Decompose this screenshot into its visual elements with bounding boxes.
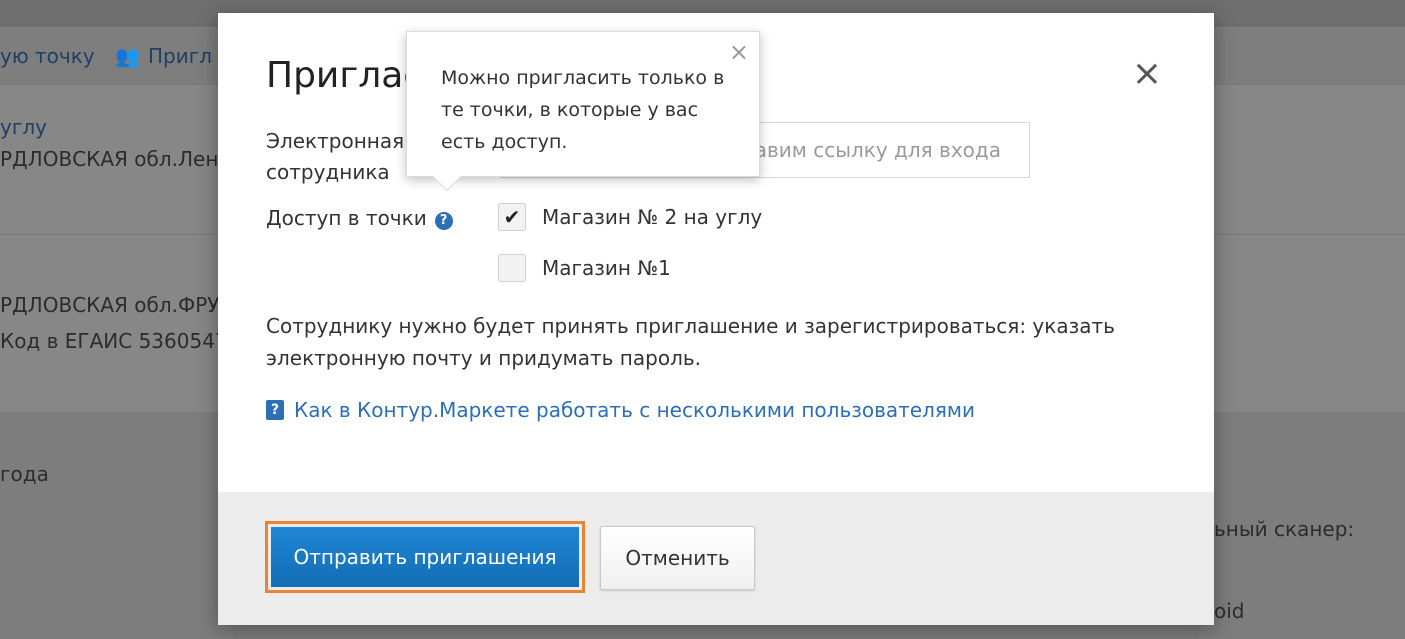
email-label: Электронная сотрудника <box>266 126 404 188</box>
store-label: Магазин №1 <box>542 256 671 280</box>
help-link[interactable]: ? Как в Контур.Маркете работать с нескол… <box>266 398 975 422</box>
info-text: Сотруднику нужно будет принять приглашен… <box>266 314 1115 370</box>
store-address: РДЛОВСКАЯ обл.ФРУ <box>0 293 220 317</box>
invite-link: Пригл <box>148 44 213 68</box>
help-icon[interactable]: ? <box>434 212 453 230</box>
background-text: ьный сканер: <box>1214 517 1355 541</box>
add-point-link: ую точку <box>0 44 95 68</box>
close-icon[interactable]: × <box>1130 56 1164 93</box>
help-link-text[interactable]: Как в Контур.Маркете работать с нескольк… <box>294 398 975 422</box>
access-label: Доступ в точки? <box>266 206 453 230</box>
background-text: oid <box>1214 599 1245 623</box>
store-egais-code: Код в ЕГАИС 5360547 <box>0 329 228 353</box>
access-label-text: Доступ в точки <box>266 206 427 230</box>
store-address: РДЛОВСКАЯ обл.Лен <box>0 147 219 171</box>
send-invitations-button[interactable]: Отправить приглашения <box>271 527 579 587</box>
store-label: Магазин № 2 на углу <box>542 205 763 229</box>
access-tooltip: Можно пригласить только в те точки, в ко… <box>406 31 760 192</box>
email-label-line1: Электронная <box>266 129 405 153</box>
email-label-line2: сотрудника <box>266 160 390 184</box>
dialog-footer: Отправить приглашения Отменить <box>218 492 1214 625</box>
store-name: углу <box>0 115 47 139</box>
users-icon: 👥 <box>115 44 140 68</box>
send-button-highlight: Отправить приглашения <box>265 521 585 593</box>
store-checkbox-2[interactable]: Магазин №1 <box>498 254 671 282</box>
cancel-button[interactable]: Отменить <box>600 526 755 590</box>
background-text: года <box>0 462 49 486</box>
tooltip-text: Можно пригласить только в те точки, в ко… <box>441 67 725 153</box>
checkbox[interactable]: ✔ <box>498 203 526 231</box>
help-book-icon: ? <box>266 400 284 420</box>
tooltip-close-icon[interactable]: × <box>729 38 749 66</box>
dialog-title: Приглас <box>266 55 424 96</box>
checkbox[interactable] <box>498 254 526 282</box>
store-checkbox-1[interactable]: ✔ Магазин № 2 на углу <box>498 203 762 231</box>
checkmark-icon: ✔ <box>503 205 521 229</box>
